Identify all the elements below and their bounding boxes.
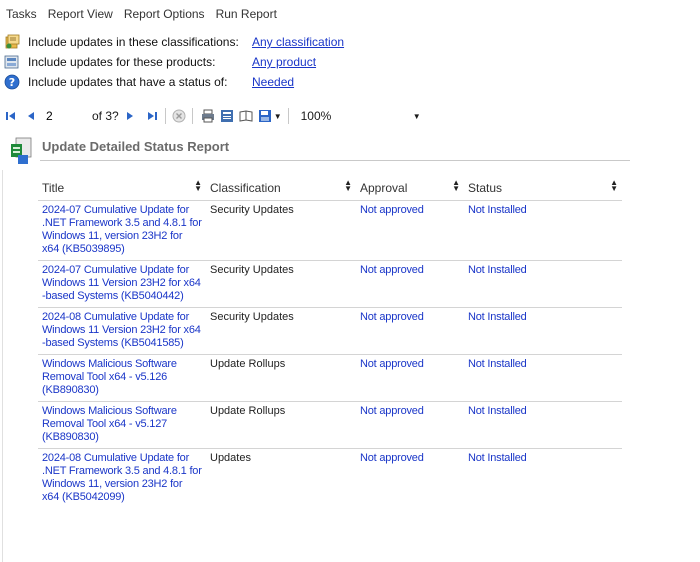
export-icon[interactable]	[258, 109, 272, 123]
toolbar-separator	[287, 108, 289, 124]
classification-cell: Updates	[210, 452, 251, 464]
update-title-link[interactable]: 2024-07 Cumulative Update for .NET Frame…	[38, 201, 206, 260]
approval-link[interactable]: Not approved	[356, 308, 464, 354]
update-title-link[interactable]: Windows Malicious Software Removal Tool …	[38, 355, 206, 401]
menu-bar: Tasks Report View Report Options Run Rep…	[0, 0, 700, 28]
zoom-value: 100%	[300, 109, 332, 123]
classification-cell: Security Updates	[210, 204, 294, 216]
classification-cell: Update Rollups	[210, 358, 286, 370]
update-title-link[interactable]: 2024-07 Cumulative Update for Windows 11…	[38, 261, 206, 307]
print-icon[interactable]	[201, 109, 215, 123]
table-row: 2024-07 Cumulative Update for .NET Frame…	[38, 201, 622, 261]
approval-link[interactable]: Not approved	[356, 261, 464, 307]
previous-page-icon[interactable]	[24, 109, 38, 123]
sort-icon[interactable]: ▲ ▼	[194, 179, 202, 193]
classification-icon	[4, 34, 20, 50]
status-link[interactable]: Not Installed	[464, 201, 622, 260]
status-link[interactable]: Not Installed	[464, 308, 622, 354]
last-page-icon[interactable]	[145, 109, 159, 123]
column-header-status[interactable]: Status ▲ ▼	[464, 176, 622, 200]
filter-status: ? Include updates that have a status of:…	[4, 72, 294, 92]
table-row: 2024-07 Cumulative Update for Windows 11…	[38, 261, 622, 308]
approval-link[interactable]: Not approved	[356, 449, 464, 508]
status-link[interactable]: Not Installed	[464, 449, 622, 508]
menu-report-options[interactable]: Report Options	[124, 7, 205, 21]
sort-icon[interactable]: ▲ ▼	[610, 179, 618, 193]
any-product-link[interactable]: Any product	[252, 55, 316, 69]
report-table: Title ▲ ▼ Classification ▲ ▼ Approval ▲ ▼ S…	[38, 176, 622, 508]
help-icon: ?	[4, 74, 20, 90]
report-icon	[10, 137, 32, 165]
column-header-label: Title	[42, 181, 65, 195]
approval-link[interactable]: Not approved	[356, 402, 464, 448]
report-toolbar: of 3? ▼ 100% ▼	[0, 105, 700, 127]
filter-classifications: Include updates in these classifications…	[4, 32, 344, 52]
page-setup-icon[interactable]	[239, 109, 253, 123]
update-title-link[interactable]: 2024-08 Cumulative Update for .NET Frame…	[38, 449, 206, 508]
column-header-title[interactable]: Title ▲ ▼	[38, 176, 206, 200]
chevron-down-icon: ▼	[412, 111, 421, 121]
filter-products: Include updates for these products: Any …	[4, 52, 316, 72]
report-title-divider	[40, 160, 630, 161]
menu-run-report[interactable]: Run Report	[216, 7, 277, 21]
toolbar-separator	[191, 108, 193, 124]
status-link[interactable]: Not Installed	[464, 402, 622, 448]
svg-text:?: ?	[9, 76, 15, 89]
any-classification-link[interactable]: Any classification	[252, 35, 344, 49]
page-number-input[interactable]	[44, 108, 78, 124]
classification-cell: Security Updates	[210, 264, 294, 276]
table-row: Windows Malicious Software Removal Tool …	[38, 355, 622, 402]
table-row: 2024-08 Cumulative Update for .NET Frame…	[38, 449, 622, 508]
zoom-select[interactable]: 100% ▼	[295, 107, 421, 125]
needed-link[interactable]: Needed	[252, 75, 294, 89]
menu-report-view[interactable]: Report View	[48, 7, 113, 21]
print-layout-icon[interactable]	[220, 109, 234, 123]
status-link[interactable]: Not Installed	[464, 355, 622, 401]
filter-classifications-label: Include updates in these classifications…	[28, 35, 239, 49]
approval-link[interactable]: Not approved	[356, 201, 464, 260]
column-header-label: Approval	[360, 181, 408, 195]
column-header-approval[interactable]: Approval ▲ ▼	[356, 176, 464, 200]
filter-status-label: Include updates that have a status of:	[28, 75, 228, 89]
menu-tasks[interactable]: Tasks	[6, 7, 37, 21]
column-header-classification[interactable]: Classification ▲ ▼	[206, 176, 356, 200]
product-icon	[4, 54, 20, 70]
sort-icon[interactable]: ▲ ▼	[452, 179, 460, 193]
approval-link[interactable]: Not approved	[356, 355, 464, 401]
filter-products-label: Include updates for these products:	[28, 55, 216, 69]
page-count-label: of 3?	[92, 109, 119, 123]
stop-icon[interactable]	[172, 109, 186, 123]
status-link[interactable]: Not Installed	[464, 261, 622, 307]
table-row: 2024-08 Cumulative Update for Windows 11…	[38, 308, 622, 355]
column-header-label: Status	[468, 181, 503, 195]
update-title-link[interactable]: Windows Malicious Software Removal Tool …	[38, 402, 206, 448]
table-header: Title ▲ ▼ Classification ▲ ▼ Approval ▲ ▼ S…	[38, 176, 622, 201]
export-dropdown-icon[interactable]: ▼	[274, 112, 282, 121]
update-title-link[interactable]: 2024-08 Cumulative Update for Windows 11…	[38, 308, 206, 354]
first-page-icon[interactable]	[4, 109, 18, 123]
classification-cell: Security Updates	[210, 311, 294, 323]
report-title: Update Detailed Status Report	[42, 139, 230, 154]
classification-cell: Update Rollups	[210, 405, 286, 417]
table-row: Windows Malicious Software Removal Tool …	[38, 402, 622, 449]
column-header-label: Classification	[210, 181, 281, 195]
left-border	[2, 170, 3, 562]
next-page-icon[interactable]	[123, 109, 137, 123]
toolbar-separator	[164, 108, 166, 124]
sort-icon[interactable]: ▲ ▼	[344, 179, 352, 193]
